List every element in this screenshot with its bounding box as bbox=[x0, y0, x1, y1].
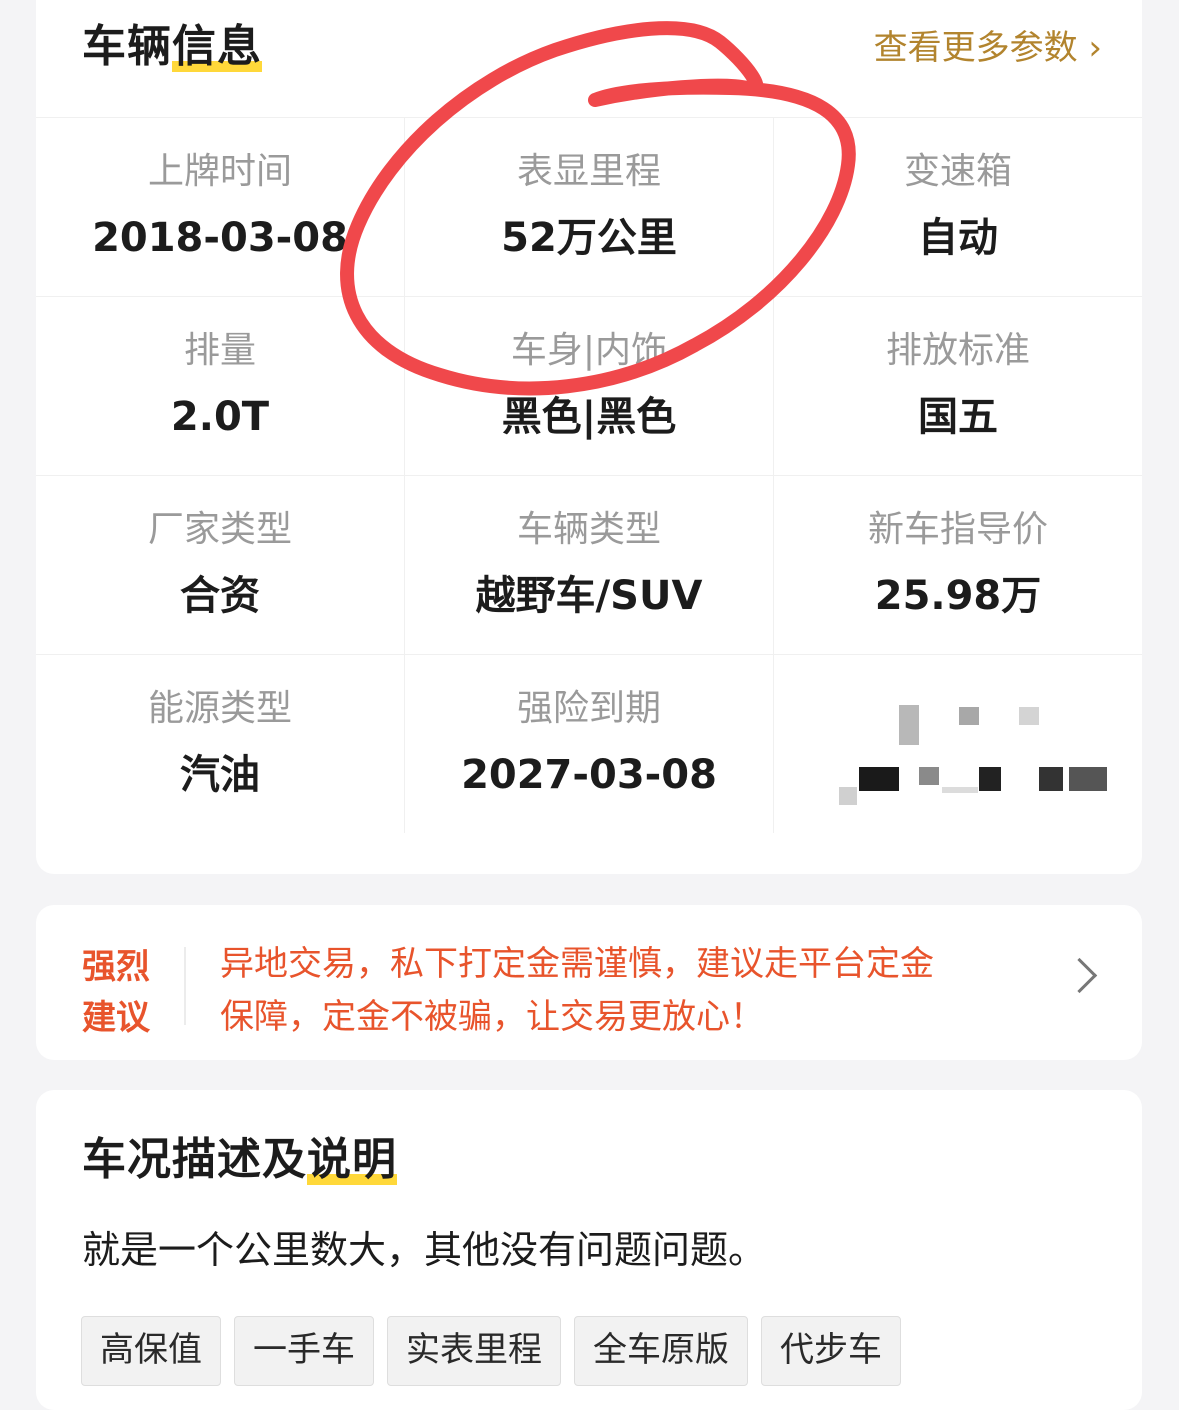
condition-tags: 高保值 一手车 实表里程 全车原版 代步车 bbox=[81, 1316, 901, 1386]
condition-title: 车况描述及说明 bbox=[82, 1134, 397, 1185]
param-cell-redacted bbox=[774, 655, 1142, 833]
vehicle-info-title: 车辆信息 bbox=[82, 21, 262, 72]
vehicle-info-title-highlight: 信息 bbox=[172, 21, 262, 72]
param-cell-registration-date: 上牌时间 2018-03-08 bbox=[36, 118, 405, 296]
param-value: 自动 bbox=[918, 215, 998, 261]
param-value: 52万公里 bbox=[501, 215, 677, 261]
param-label: 排放标准 bbox=[885, 330, 1030, 371]
param-label: 上牌时间 bbox=[147, 151, 292, 192]
param-label: 排量 bbox=[183, 330, 256, 371]
params-row: 排量 2.0T 车身|内饰 黑色|黑色 排放标准 国五 bbox=[36, 296, 1142, 475]
param-label: 车辆类型 bbox=[516, 509, 661, 550]
vehicle-info-title-text: 车辆 bbox=[82, 21, 172, 72]
param-value: 2027-03-08 bbox=[461, 752, 717, 798]
tag-original-parts[interactable]: 全车原版 bbox=[574, 1316, 748, 1386]
param-cell-mileage: 表显里程 52万公里 bbox=[405, 118, 774, 296]
param-cell-emission-standard: 排放标准 国五 bbox=[774, 297, 1142, 475]
param-label: 车身|内饰 bbox=[510, 330, 668, 371]
tag-real-mileage[interactable]: 实表里程 bbox=[387, 1316, 561, 1386]
safety-notice-banner[interactable]: 强烈 建议 异地交易，私下打定金需谨慎，建议走平台定金 保障，定金不被骗，让交易… bbox=[36, 905, 1142, 1060]
param-value: 2.0T bbox=[170, 394, 270, 440]
condition-title-text: 车况描述及 bbox=[82, 1134, 307, 1185]
params-row: 上牌时间 2018-03-08 表显里程 52万公里 变速箱 自动 bbox=[36, 117, 1142, 296]
param-cell-new-car-price: 新车指导价 25.98万 bbox=[774, 476, 1142, 654]
param-value: 25.98万 bbox=[874, 573, 1042, 619]
condition-description-text: 就是一个公里数大，其他没有问题问题。 bbox=[82, 1228, 767, 1272]
notice-tag: 强烈 建议 bbox=[82, 942, 162, 1044]
redacted-mosaic bbox=[834, 705, 1122, 805]
param-label: 新车指导价 bbox=[867, 509, 1048, 550]
view-more-params-label: 查看更多参数 bbox=[873, 28, 1078, 68]
params-row: 厂家类型 合资 车辆类型 越野车/SUV 新车指导价 25.98万 bbox=[36, 475, 1142, 654]
notice-divider bbox=[184, 947, 186, 1025]
notice-text-line: 异地交易，私下打定金需谨慎，建议走平台定金 bbox=[220, 944, 934, 984]
notice-tag-line: 建议 bbox=[82, 998, 150, 1038]
param-label: 变速箱 bbox=[903, 151, 1012, 192]
param-value: 汽油 bbox=[180, 752, 260, 798]
param-cell-manufacturer-type: 厂家类型 合资 bbox=[36, 476, 405, 654]
chevron-right-icon[interactable] bbox=[1061, 957, 1098, 994]
notice-tag-line: 强烈 bbox=[82, 947, 150, 987]
param-cell-insurance-expiry: 强险到期 2027-03-08 bbox=[405, 655, 774, 833]
tag-first-owner[interactable]: 一手车 bbox=[234, 1316, 374, 1386]
param-label: 表显里程 bbox=[516, 151, 661, 192]
param-value: 国五 bbox=[918, 394, 998, 440]
param-label: 强险到期 bbox=[516, 688, 661, 729]
param-value: 黑色|黑色 bbox=[501, 394, 677, 440]
param-cell-displacement: 排量 2.0T bbox=[36, 297, 405, 475]
param-cell-energy-type: 能源类型 汽油 bbox=[36, 655, 405, 833]
chevron-right-icon: › bbox=[1088, 28, 1102, 68]
tag-commuter-car[interactable]: 代步车 bbox=[761, 1316, 901, 1386]
param-cell-gearbox: 变速箱 自动 bbox=[774, 118, 1142, 296]
view-more-params-link[interactable]: 查看更多参数 › bbox=[874, 31, 1102, 65]
param-value: 2018-03-08 bbox=[92, 215, 348, 261]
param-value: 合资 bbox=[180, 573, 260, 619]
param-cell-body-interior-color: 车身|内饰 黑色|黑色 bbox=[405, 297, 774, 475]
notice-text-line: 保障，定金不被骗，让交易更放心！ bbox=[220, 996, 764, 1037]
vehicle-info-card: 车辆信息 查看更多参数 › 上牌时间 2018-03-08 表显里程 52万公里… bbox=[36, 0, 1142, 874]
notice-text: 异地交易，私下打定金需谨慎，建议走平台定金 保障，定金不被骗，让交易更放心！ bbox=[220, 938, 1030, 1043]
condition-description-card: 车况描述及说明 就是一个公里数大，其他没有问题问题。 高保值 一手车 实表里程 … bbox=[36, 1090, 1142, 1410]
tag-high-value[interactable]: 高保值 bbox=[81, 1316, 221, 1386]
param-label: 能源类型 bbox=[147, 688, 292, 729]
params-row: 能源类型 汽油 强险到期 2027-03-08 bbox=[36, 654, 1142, 833]
condition-title-highlight: 说明 bbox=[307, 1134, 397, 1185]
vehicle-params-grid: 上牌时间 2018-03-08 表显里程 52万公里 变速箱 自动 排量 2.0… bbox=[36, 117, 1142, 833]
param-cell-vehicle-type: 车辆类型 越野车/SUV bbox=[405, 476, 774, 654]
param-label: 厂家类型 bbox=[147, 509, 292, 550]
param-value: 越野车/SUV bbox=[475, 573, 703, 619]
